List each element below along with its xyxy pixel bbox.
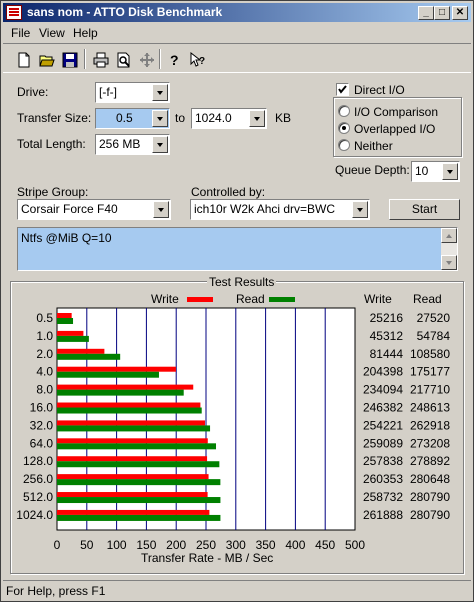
status-text: For Help, press F1 (6, 584, 106, 598)
read-value: 280648 (410, 472, 450, 486)
x-tick-label: 350 (256, 538, 276, 552)
write-bar (57, 456, 208, 462)
read-bar (57, 335, 89, 342)
read-value: 217710 (410, 383, 450, 397)
write-value: 45312 (370, 329, 404, 343)
y-tick-label: 1.0 (36, 329, 53, 343)
write-bar (57, 313, 72, 318)
write-value: 81444 (370, 347, 404, 361)
read-bar (57, 318, 74, 324)
write-value: 25216 (370, 311, 404, 325)
write-bar (57, 420, 205, 426)
read-bar (57, 461, 220, 468)
read-value: 54784 (417, 329, 451, 343)
x-tick-label: 150 (136, 538, 156, 552)
read-bar (57, 389, 184, 396)
read-value: 278892 (410, 454, 450, 468)
write-value: 204398 (363, 365, 403, 379)
read-bar (57, 371, 159, 378)
write-bar (57, 509, 210, 515)
read-bar (57, 497, 221, 504)
chart-x-axis-label: Transfer Rate - MB / Sec (141, 551, 274, 565)
write-bar (57, 366, 176, 372)
read-value: 108580 (410, 347, 450, 361)
write-bar (57, 438, 208, 444)
write-bar (57, 402, 201, 408)
read-value: 27520 (417, 311, 451, 325)
read-value: 175177 (410, 365, 450, 379)
y-tick-label: 64.0 (30, 436, 54, 450)
y-tick-label: 512.0 (23, 490, 53, 504)
read-bar (57, 353, 121, 360)
x-tick-label: 50 (80, 538, 94, 552)
write-bar (57, 474, 209, 480)
read-bar (57, 479, 221, 486)
read-bar (57, 443, 217, 450)
app-window: sans nom - ATTO Disk Benchmark _ □ ✕ Fil… (0, 0, 474, 602)
write-bar (57, 330, 84, 336)
x-tick-label: 300 (226, 538, 246, 552)
x-tick-label: 0 (54, 538, 61, 552)
write-value: 254221 (363, 418, 403, 432)
write-bar (57, 348, 105, 354)
results-chart: 0 50 100 150 200 250 300 350 400 450 500 0.5 25216 27… (16, 307, 451, 552)
write-value: 261888 (363, 508, 403, 522)
read-value: 280790 (410, 490, 450, 504)
write-value: 234094 (363, 383, 403, 397)
x-tick-label: 500 (345, 538, 365, 552)
y-tick-label: 16.0 (30, 401, 54, 415)
read-value: 280790 (410, 508, 450, 522)
read-value: 273208 (410, 436, 450, 450)
read-bar (57, 407, 202, 414)
x-tick-label: 250 (196, 538, 216, 552)
status-bar: For Help, press F1 (3, 580, 471, 600)
write-value: 260353 (363, 472, 403, 486)
read-bar (57, 425, 211, 432)
x-tick-label: 200 (166, 538, 186, 552)
y-tick-label: 256.0 (23, 472, 53, 486)
write-bar (57, 492, 208, 498)
y-tick-label: 4.0 (36, 365, 53, 379)
write-value: 258732 (363, 490, 403, 504)
y-tick-label: 32.0 (30, 418, 54, 432)
write-value: 257838 (363, 454, 403, 468)
y-tick-label: 8.0 (36, 383, 53, 397)
y-tick-label: 128.0 (23, 454, 53, 468)
y-tick-label: 2.0 (36, 347, 53, 361)
write-bar (57, 384, 194, 390)
x-tick-label: 400 (285, 538, 305, 552)
write-value: 246382 (363, 401, 403, 415)
y-tick-label: 0.5 (36, 311, 53, 325)
read-value: 262918 (410, 418, 450, 432)
read-value: 248613 (410, 401, 450, 415)
x-tick-label: 450 (315, 538, 335, 552)
y-tick-label: 1024.0 (16, 508, 53, 522)
x-tick-label: 100 (107, 538, 127, 552)
read-bar (57, 514, 221, 521)
write-value: 259089 (363, 436, 403, 450)
